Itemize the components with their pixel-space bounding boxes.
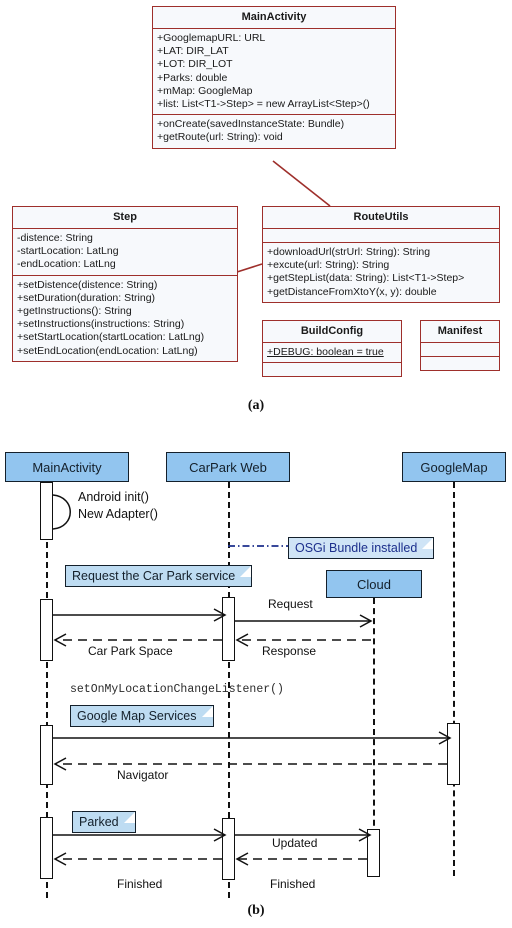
activation-mainactivity-init bbox=[40, 482, 53, 540]
class-methods-mainactivity: +onCreate(savedInstanceState: Bundle) +g… bbox=[153, 115, 395, 147]
method-row: +getRoute(url: String): void bbox=[157, 131, 283, 144]
self-message-line1: Android init() bbox=[78, 490, 149, 504]
attribute-row: +GooglemapURL: URL bbox=[157, 32, 266, 44]
seq-actor-label: Cloud bbox=[357, 576, 391, 592]
note-label: Request the Car Park service bbox=[72, 569, 236, 583]
attribute-row: -distence: String bbox=[17, 232, 93, 244]
lifeline-cloud bbox=[373, 598, 375, 856]
activation-cloud-updated bbox=[367, 829, 380, 877]
figure-caption-a: (a) bbox=[247, 398, 265, 413]
class-box-step: Step -distence: String -startLocation: L… bbox=[12, 206, 238, 362]
class-title-manifest: Manifest bbox=[421, 321, 499, 343]
note-google-map-services[interactable]: Google Map Services bbox=[70, 705, 214, 727]
note-parked[interactable]: Parked bbox=[72, 811, 136, 833]
message-label-request: Request bbox=[268, 597, 313, 611]
method-row: +getInstructions(): String bbox=[17, 305, 132, 318]
seq-actor-label: GoogleMap bbox=[420, 459, 488, 475]
seq-actor-googlemap[interactable]: GoogleMap bbox=[402, 452, 506, 482]
method-row: +onCreate(savedInstanceState: Bundle) bbox=[157, 118, 345, 131]
class-attributes-mainactivity: +GooglemapURL: URL +LAT: DIR_LAT +LOT: D… bbox=[153, 29, 395, 116]
activation-mainactivity-parked bbox=[40, 817, 53, 879]
method-row: +downloadUrl(strUrl: String): String bbox=[267, 246, 431, 258]
note-fold-corner-icon bbox=[422, 538, 434, 549]
note-fold-corner-icon bbox=[240, 566, 252, 577]
method-row: +setDistence(distence: String) bbox=[17, 278, 158, 291]
attribute-row: +LOT: DIR_LOT bbox=[157, 58, 233, 71]
self-message-line2: New Adapter() bbox=[78, 507, 158, 521]
attribute-row: +list: List<T1->Step> = new ArrayList<St… bbox=[157, 98, 370, 111]
activation-carparkweb-updated bbox=[222, 818, 235, 880]
class-methods-step: +setDistence(distence: String) +setDurat… bbox=[13, 276, 237, 361]
attribute-row: +mMap: GoogleMap bbox=[157, 84, 253, 97]
activation-googlemap bbox=[447, 723, 460, 785]
class-attributes-routeutils bbox=[263, 229, 499, 243]
class-methods-routeutils: +downloadUrl(strUrl: String): String +ex… bbox=[263, 243, 499, 302]
note-fold-corner-icon bbox=[123, 812, 135, 823]
class-box-routeutils: RouteUtils +downloadUrl(strUrl: String):… bbox=[262, 206, 500, 303]
class-attributes-buildconfig: +DEBUG: boolean = true bbox=[263, 343, 401, 364]
class-box-manifest: Manifest bbox=[420, 320, 500, 371]
class-title-routeutils: RouteUtils bbox=[263, 207, 499, 229]
class-title-mainactivity: MainActivity bbox=[153, 7, 395, 29]
class-title-step: Step bbox=[13, 207, 237, 229]
figure-caption-b: (b) bbox=[247, 903, 265, 918]
uml-figure-page: MainActivity +GooglemapURL: URL +LAT: DI… bbox=[0, 0, 512, 928]
class-box-mainactivity: MainActivity +GooglemapURL: URL +LAT: DI… bbox=[152, 6, 396, 149]
seq-actor-mainactivity[interactable]: MainActivity bbox=[5, 452, 129, 482]
note-label: OSGi Bundle installed bbox=[295, 541, 418, 555]
seq-actor-carparkweb[interactable]: CarPark Web bbox=[166, 452, 290, 482]
method-row: +setDuration(duration: String) bbox=[17, 291, 156, 304]
class-attributes-step: -distence: String -startLocation: LatLng… bbox=[13, 229, 237, 276]
note-fold-corner-icon bbox=[201, 706, 213, 717]
class-box-buildconfig: BuildConfig +DEBUG: boolean = true bbox=[262, 320, 402, 378]
method-row: +getDistanceFromXtoY(x, y): double bbox=[267, 285, 437, 298]
message-label-finished-carpark: Finished bbox=[117, 877, 163, 891]
activation-carparkweb-request bbox=[222, 597, 235, 661]
attribute-row: +LAT: DIR_LAT bbox=[157, 45, 229, 58]
seq-actor-label: CarPark Web bbox=[189, 459, 267, 475]
method-row: +setEndLocation(endLocation: LatLng) bbox=[17, 344, 198, 357]
seq-actor-label: MainActivity bbox=[32, 459, 102, 475]
attribute-row: +Parks: double bbox=[157, 71, 228, 84]
message-label-response: Response bbox=[262, 644, 317, 658]
attribute-row: -endLocation: LatLng bbox=[17, 258, 116, 271]
method-row: +setStartLocation(startLocation: LatLng) bbox=[17, 331, 205, 344]
message-label-navigator: Navigator bbox=[117, 768, 169, 782]
class-attributes-manifest bbox=[421, 343, 499, 357]
message-label-updated: Updated bbox=[272, 836, 318, 850]
message-label-car-park-space: Car Park Space bbox=[88, 644, 173, 658]
note-label: Google Map Services bbox=[77, 709, 197, 723]
note-request-car-park-service[interactable]: Request the Car Park service bbox=[65, 565, 253, 587]
lifeline-googlemap bbox=[453, 482, 455, 876]
seq-actor-cloud[interactable]: Cloud bbox=[326, 570, 422, 598]
activation-mainactivity-map bbox=[40, 725, 53, 785]
attribute-row: -startLocation: LatLng bbox=[17, 245, 119, 258]
method-row: +excute(url: String): String bbox=[267, 259, 390, 272]
attribute-row-static: +DEBUG: boolean = true bbox=[267, 346, 384, 358]
activation-mainactivity-carpark bbox=[40, 599, 53, 661]
note-label: Parked bbox=[79, 815, 119, 829]
code-label-setonmylocationchangelistener: setOnMyLocationChangeListener() bbox=[70, 683, 284, 696]
class-methods-buildconfig bbox=[263, 363, 401, 376]
note-osgi-bundle-installed[interactable]: OSGi Bundle installed bbox=[288, 537, 435, 559]
method-row: +getStepList(data: String): List<T1->Ste… bbox=[267, 272, 465, 285]
class-methods-manifest bbox=[421, 357, 499, 370]
message-label-finished-cloud: Finished bbox=[270, 877, 316, 891]
class-title-buildconfig: BuildConfig bbox=[263, 321, 401, 343]
method-row: +setInstructions(instructions: String) bbox=[17, 318, 185, 331]
